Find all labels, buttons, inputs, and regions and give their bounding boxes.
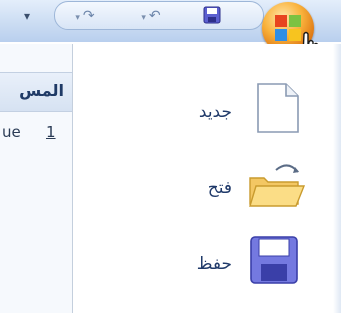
quick-access-toolbar: ▾ ↷ ▾ ↶ <box>54 1 264 30</box>
cell-number: 1 <box>46 123 56 141</box>
redo-button[interactable]: ▾ ↷ <box>63 6 107 26</box>
new-document-icon <box>257 83 299 133</box>
undo-button[interactable]: ▾ ↶ <box>129 6 173 26</box>
menu-edge <box>333 44 341 313</box>
menu-item-open-label: فتح <box>207 178 232 198</box>
save-icon[interactable] <box>203 6 221 24</box>
cell-text: ue <box>2 123 21 141</box>
column-header[interactable]: المس <box>0 72 72 112</box>
undo-icon: ↶ <box>148 8 161 24</box>
save-disk-icon <box>250 236 298 284</box>
quick-access-customize-dropdown[interactable]: ▾ <box>20 8 34 24</box>
redo-dropdown-icon[interactable]: ▾ <box>75 13 80 23</box>
menu-item-save[interactable]: حفظ <box>170 232 320 290</box>
menu-item-new[interactable]: جديد <box>170 80 320 138</box>
column-header-text: المس <box>19 81 64 100</box>
undo-dropdown-icon[interactable]: ▾ <box>141 13 146 23</box>
menu-item-open[interactable]: فتح <box>170 160 320 218</box>
redo-icon: ↷ <box>82 8 95 24</box>
open-folder-icon <box>249 164 306 207</box>
menu-item-save-label: حفظ <box>196 254 232 274</box>
title-bar: ▾ ▾ ↷ ▾ ↶ <box>0 0 341 54</box>
menu-item-new-label: جديد <box>198 102 232 122</box>
